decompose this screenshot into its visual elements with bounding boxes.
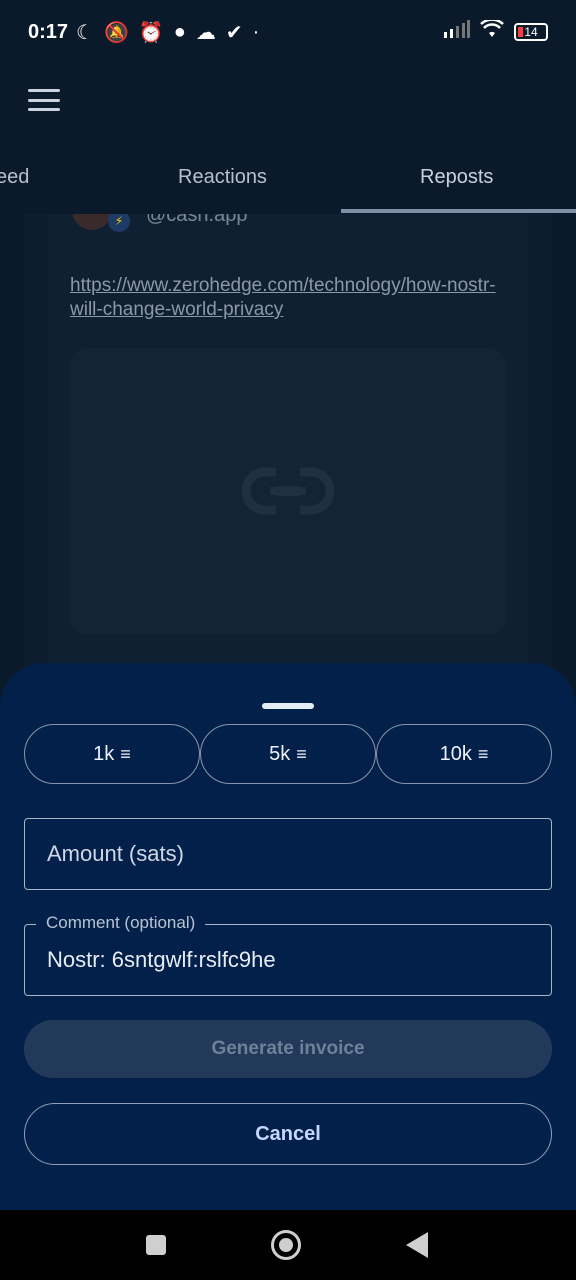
- zap-bottom-sheet: 1k ≡ 5k ≡ 10k ≡ Amount (sats) Nostr: 6sn…: [0, 663, 576, 1210]
- status-time: 0:17: [28, 20, 69, 43]
- signal-icon: [444, 20, 470, 44]
- system-nav-bar: [0, 1210, 576, 1280]
- link-icon: [242, 466, 334, 516]
- check-icon: ✔: [225, 21, 243, 44]
- tab-reactions[interactable]: Reactions: [178, 166, 267, 189]
- back-icon[interactable]: [406, 1232, 428, 1258]
- alarm-icon: ⏰: [138, 21, 164, 44]
- amount-input[interactable]: Amount (sats): [24, 818, 552, 890]
- home-icon[interactable]: [271, 1230, 301, 1260]
- status-right: 14: [444, 18, 548, 44]
- top-app-bar: [0, 64, 576, 136]
- status-icons: ☾ 🔕 ⏰ ● ☁ ✔ ·: [76, 20, 259, 45]
- screen: 0:17 ☾ 🔕 ⏰ ● ☁ ✔ · 14 eed Reactions Repo…: [0, 0, 576, 1280]
- tab-reposts[interactable]: Reposts: [420, 166, 493, 189]
- sats-icon: ≡: [477, 743, 489, 764]
- menu-icon[interactable]: [28, 89, 60, 111]
- generate-invoice-button[interactable]: Generate invoice: [24, 1020, 552, 1078]
- sheet-drag-handle[interactable]: [262, 703, 314, 709]
- comment-value: Nostr: 6sntgwlf:rslfc9he: [47, 947, 276, 972]
- moon-icon: ☾: [76, 21, 94, 44]
- tab-indicator: [341, 209, 576, 213]
- sats-icon: ≡: [296, 743, 307, 764]
- chat-icon: ●: [173, 20, 186, 43]
- cancel-button[interactable]: Cancel: [24, 1103, 552, 1165]
- link-preview[interactable]: [70, 348, 506, 634]
- comment-input[interactable]: Nostr: 6sntgwlf:rslfc9he: [24, 924, 552, 996]
- tab-bar: eed Reactions Reposts: [0, 136, 576, 214]
- comment-label: Comment (optional): [36, 913, 206, 933]
- wifi-icon: [480, 18, 504, 44]
- battery-icon: 14: [514, 23, 548, 41]
- sats-icon: ≡: [120, 743, 131, 764]
- post-handle[interactable]: @cash.app: [146, 214, 247, 227]
- amount-placeholder: Amount (sats): [47, 841, 184, 866]
- dot-icon: ·: [252, 20, 260, 43]
- status-bar: 0:17 ☾ 🔕 ⏰ ● ☁ ✔ · 14: [0, 0, 576, 64]
- amount-chip-1k[interactable]: 1k ≡: [24, 724, 200, 784]
- mute-icon: 🔕: [103, 21, 129, 44]
- tab-feed[interactable]: eed: [0, 166, 29, 189]
- amount-chip-5k[interactable]: 5k ≡: [200, 724, 376, 784]
- feed-content: ⚡ @cash.app https://www.zerohedge.com/te…: [0, 214, 576, 684]
- cloud-icon: ☁: [195, 21, 216, 44]
- amount-chip-10k[interactable]: 10k ≡: [376, 724, 552, 784]
- recents-icon[interactable]: [146, 1235, 166, 1255]
- post-link[interactable]: https://www.zerohedge.com/technology/how…: [70, 274, 500, 322]
